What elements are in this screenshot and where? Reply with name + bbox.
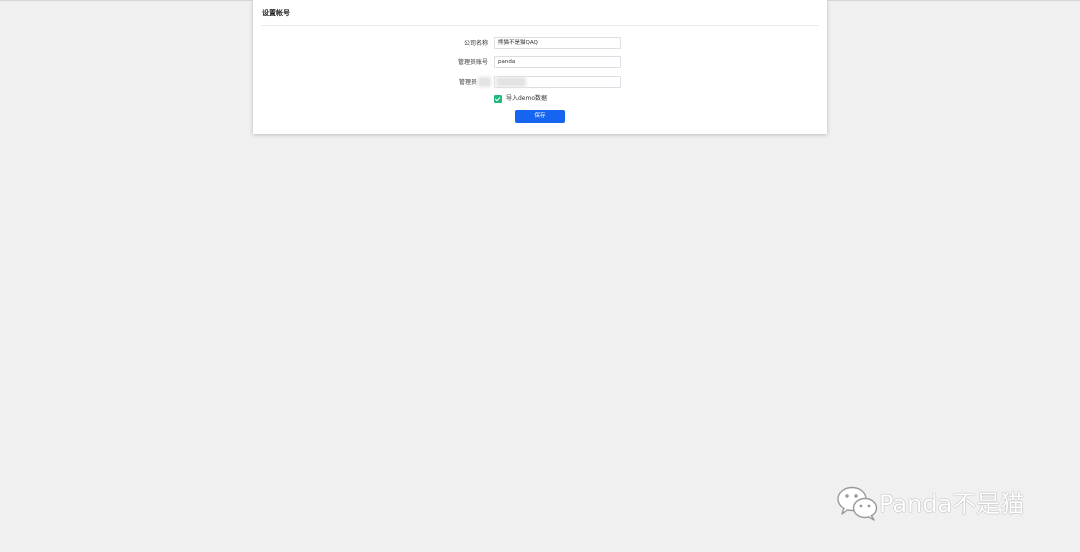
company-name-label: 公司名称 [463, 40, 488, 47]
watermark: Panda不是猫 [836, 484, 1056, 524]
import-demo-checkbox[interactable] [494, 95, 502, 103]
import-demo-label[interactable]: 导入demo数据 [506, 95, 547, 103]
redacted-value-blur [496, 77, 526, 87]
admin-account-input[interactable]: panda [494, 56, 621, 68]
wechat-icon [837, 486, 878, 521]
watermark-text: Panda不是猫 [879, 490, 1025, 518]
admin-account-label: 管理员账号 [457, 59, 488, 66]
save-button[interactable]: 保存 [515, 110, 565, 123]
check-icon [494, 95, 502, 102]
redacted-label-blur [478, 77, 491, 87]
card-divider [261, 25, 819, 26]
admin-password-label: 管理员 [458, 79, 477, 86]
card-title: 设置帐号 [262, 9, 290, 17]
company-name-input[interactable]: 熊猫不是猫QAQ [494, 37, 621, 49]
account-setup-card: 设置帐号 公司名称 熊猫不是猫QAQ 管理员账号 panda 管理员 导入dem… [253, 0, 827, 134]
